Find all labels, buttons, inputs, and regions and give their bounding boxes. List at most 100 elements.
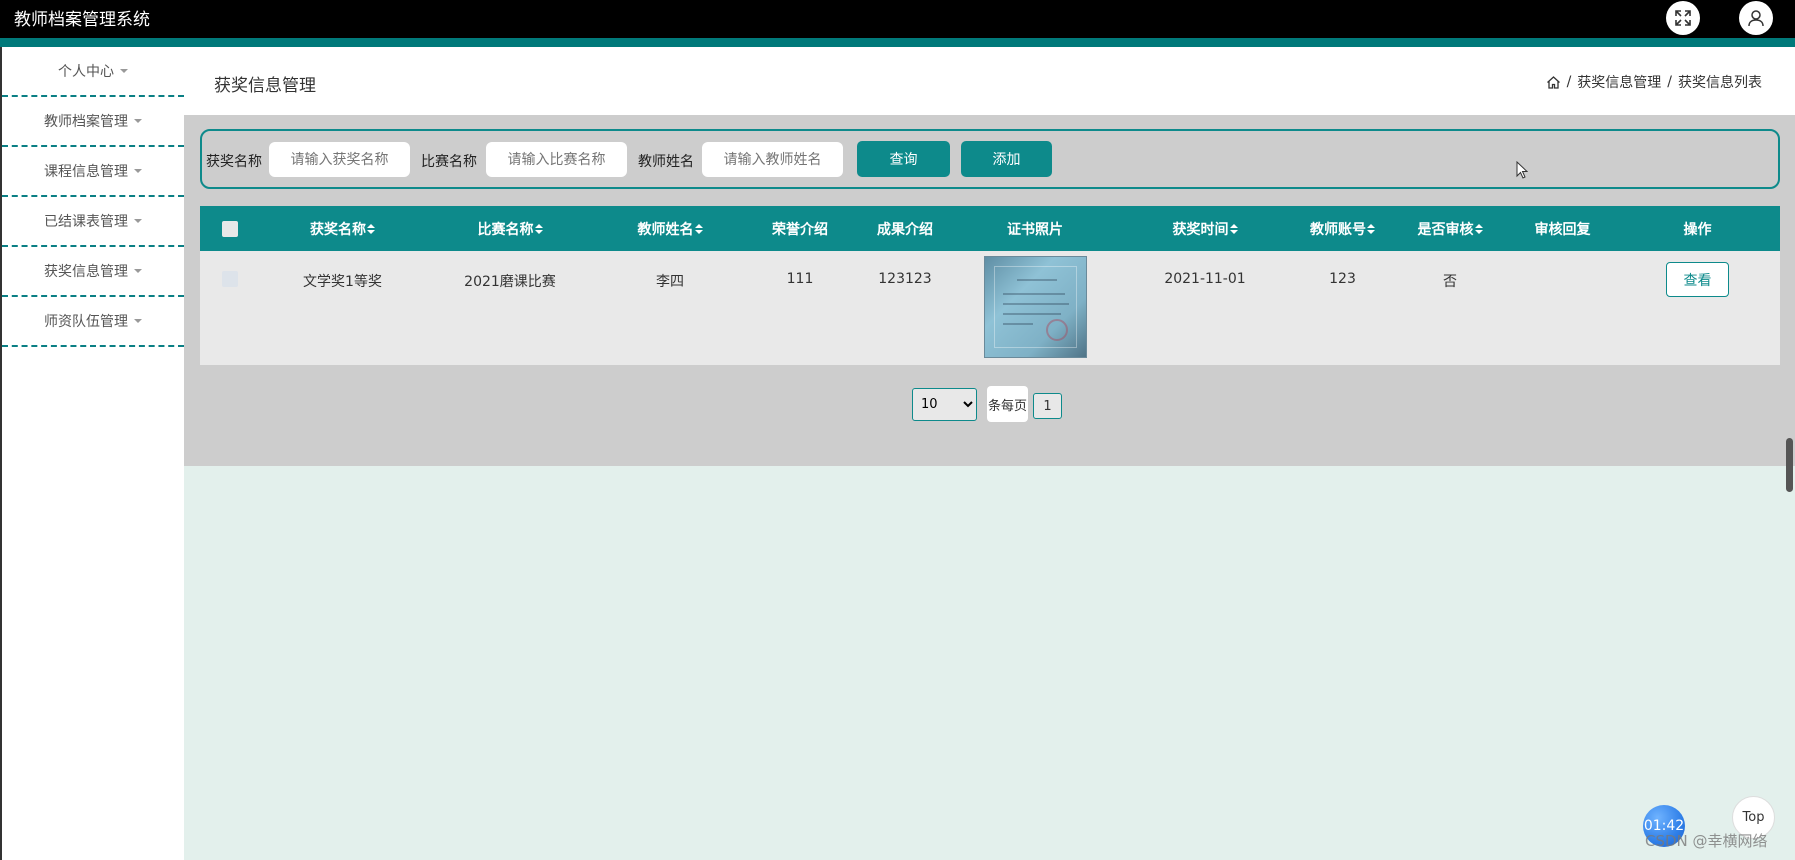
certificate-text-line — [1002, 293, 1065, 295]
cell-result: 123123 — [878, 271, 932, 287]
column-header-time[interactable]: 获奖时间 — [1115, 206, 1295, 251]
page-number-button[interactable]: 1 — [1033, 393, 1062, 419]
page-size-select[interactable]: 10 — [912, 388, 977, 421]
cell-action: 查看 — [1615, 251, 1780, 365]
sidebar-item-label: 教师档案管理 — [44, 114, 128, 130]
certificate-seal — [1045, 319, 1068, 341]
user-button[interactable] — [1739, 1, 1773, 35]
caret-down-icon — [134, 169, 142, 173]
certificate-text-line — [1002, 313, 1061, 315]
contest-name-input[interactable] — [486, 142, 627, 177]
column-header-label: 操作 — [1683, 221, 1712, 238]
user-icon — [1748, 10, 1764, 27]
breadcrumb-level1[interactable]: 获奖信息管理 — [1577, 72, 1661, 92]
column-header-label: 成果介绍 — [877, 221, 933, 238]
sort-icon — [694, 223, 703, 234]
column-header-reviewed[interactable]: 是否审核 — [1390, 206, 1510, 251]
sidebar-item-award-info[interactable]: 获奖信息管理 — [2, 247, 184, 297]
award-name-input[interactable] — [269, 142, 410, 177]
select-all-cell — [200, 206, 260, 251]
sort-icon — [1229, 223, 1238, 234]
page-title: 获奖信息管理 — [214, 76, 316, 96]
sort-icon — [367, 223, 375, 234]
column-header-photo: 证书照片 — [955, 206, 1115, 251]
column-header-award[interactable]: 获奖名称 — [260, 206, 425, 251]
cell-reviewed: 否 — [1443, 274, 1457, 290]
breadcrumb-level2: 获奖信息列表 — [1678, 75, 1762, 91]
teacher-name-input[interactable] — [702, 142, 843, 177]
sidebar-item-teacher-archive[interactable]: 教师档案管理 — [2, 97, 184, 147]
cell-award: 文学奖1等奖 — [303, 274, 382, 290]
page-header: 获奖信息管理 / 获奖信息管理 / 获奖信息列表 — [184, 47, 1795, 115]
column-header-label: 教师姓名 — [637, 221, 694, 238]
column-header-action: 操作 — [1615, 206, 1780, 251]
cell-account: 123 — [1329, 271, 1356, 287]
cell-reply — [1510, 251, 1615, 365]
certificate-text-line — [1016, 279, 1057, 281]
award-table: 获奖名称 比赛名称 教师姓名 荣誉介绍 成果介绍 证书照片 获奖时间 教师账号 … — [200, 206, 1780, 365]
certificate-image[interactable] — [983, 256, 1087, 358]
breadcrumb: / 获奖信息管理 / 获奖信息列表 — [1546, 72, 1762, 92]
column-header-label: 审核回复 — [1534, 221, 1591, 238]
header-accent-strip — [0, 38, 1795, 47]
sidebar-item-finished-schedule[interactable]: 已结课表管理 — [2, 197, 184, 247]
column-header-teacher[interactable]: 教师姓名 — [595, 206, 745, 251]
top-bar: 教师档案管理系统 — [0, 0, 1795, 38]
column-header-label: 获奖时间 — [1172, 221, 1229, 238]
caret-down-icon — [120, 69, 128, 73]
watermark: CSDN @幸横网络 — [1645, 832, 1768, 850]
sidebar-item-label: 个人中心 — [58, 64, 114, 80]
cell-time: 2021-11-01 — [1164, 271, 1246, 287]
column-header-account[interactable]: 教师账号 — [1295, 206, 1390, 251]
column-header-honor: 荣誉介绍 — [745, 206, 855, 251]
cell-teacher: 李四 — [656, 274, 684, 290]
row-checkbox[interactable] — [222, 271, 238, 287]
cell-photo — [955, 251, 1115, 365]
certificate-text-line — [1002, 303, 1069, 305]
column-header-label: 荣誉介绍 — [772, 221, 828, 238]
per-page-label: 条每页 — [987, 386, 1028, 422]
column-header-label: 是否审核 — [1417, 221, 1474, 238]
award-name-label: 获奖名称 — [206, 154, 262, 170]
select-all-checkbox[interactable] — [222, 220, 238, 237]
column-header-label: 获奖名称 — [310, 221, 366, 238]
cell-contest: 2021磨课比赛 — [464, 274, 556, 290]
table-header: 获奖名称 比赛名称 教师姓名 荣誉介绍 成果介绍 证书照片 获奖时间 教师账号 … — [200, 206, 1780, 251]
sidebar-item-course-info[interactable]: 课程信息管理 — [2, 147, 184, 197]
certificate-text-line — [1002, 323, 1033, 325]
sidebar-item-label: 获奖信息管理 — [44, 264, 128, 280]
column-header-label: 教师账号 — [1310, 221, 1366, 238]
sidebar-item-personal-center[interactable]: 个人中心 — [2, 47, 184, 97]
contest-name-label: 比赛名称 — [421, 154, 477, 170]
fullscreen-button[interactable] — [1666, 1, 1700, 35]
query-button[interactable]: 查询 — [857, 141, 950, 177]
sidebar-item-label: 已结课表管理 — [44, 214, 128, 230]
caret-down-icon — [134, 119, 142, 123]
column-header-label: 证书照片 — [1007, 221, 1063, 238]
home-icon[interactable] — [1546, 75, 1561, 90]
add-button[interactable]: 添加 — [961, 141, 1052, 177]
column-header-label: 比赛名称 — [477, 221, 534, 238]
caret-down-icon — [134, 269, 142, 273]
breadcrumb-separator: / — [1667, 74, 1672, 90]
mouse-cursor-icon — [1516, 161, 1528, 179]
row-select-cell — [200, 251, 260, 365]
column-header-contest[interactable]: 比赛名称 — [425, 206, 595, 251]
view-button[interactable]: 查看 — [1666, 262, 1729, 297]
sidebar-item-label: 课程信息管理 — [44, 164, 128, 180]
app-title: 教师档案管理系统 — [14, 10, 150, 30]
teacher-name-label: 教师姓名 — [638, 154, 694, 170]
sort-icon — [534, 223, 543, 234]
table-row: 文学奖1等奖 2021磨课比赛 李四 111 123123 2021-11-01… — [200, 251, 1780, 365]
sidebar-item-label: 师资队伍管理 — [44, 314, 128, 330]
search-form: 获奖名称 比赛名称 教师姓名 查询 添加 — [200, 129, 1780, 189]
expand-icon — [1675, 10, 1691, 26]
caret-down-icon — [134, 319, 142, 323]
breadcrumb-separator: / — [1566, 74, 1572, 90]
scrollbar-thumb[interactable] — [1786, 438, 1793, 492]
cell-honor: 111 — [786, 271, 814, 287]
sort-icon — [1367, 223, 1375, 234]
caret-down-icon — [134, 219, 142, 223]
sidebar-item-faculty-team[interactable]: 师资队伍管理 — [2, 297, 184, 347]
sidebar: 个人中心 教师档案管理 课程信息管理 已结课表管理 获奖信息管理 师资队伍管理 — [0, 47, 184, 860]
